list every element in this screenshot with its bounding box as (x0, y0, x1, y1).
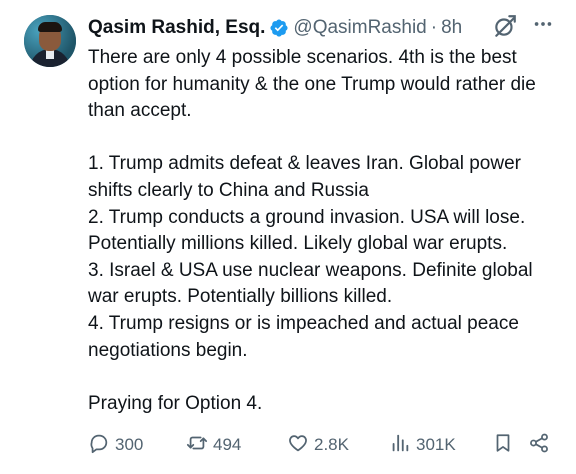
tweet-text: There are only 4 possible scenarios. 4th… (88, 45, 558, 417)
author-name[interactable]: Qasim Rashid, Esq. (88, 17, 265, 39)
tweet-line: 1. Trump admits defeat & leaves Iran. Gl… (88, 153, 521, 201)
reply-icon (88, 432, 110, 459)
more-icon[interactable] (532, 13, 554, 39)
grok-icon[interactable] (492, 13, 518, 39)
tweet[interactable]: Qasim Rashid, Esq. @QasimRashid · 8h The… (0, 0, 576, 474)
tweet-line: 3. Israel & USA use nuclear weapons. Def… (88, 259, 533, 308)
like-count: 2.8K (314, 435, 349, 454)
share-icon (528, 432, 550, 459)
views-button[interactable]: 301K (389, 432, 456, 459)
tweet-line: Praying for Option 4. (88, 392, 263, 414)
bookmark-icon (492, 432, 514, 459)
like-button[interactable]: 2.8K (287, 432, 349, 459)
verified-badge-icon (269, 18, 289, 38)
tweet-time[interactable]: 8h (441, 17, 462, 39)
tweet-line: There are only 4 possible scenarios. 4th… (88, 47, 536, 122)
bookmark-button[interactable] (492, 432, 514, 459)
tweet-line: 2. Trump conducts a ground invasion. USA… (88, 206, 526, 255)
tweet-line: 4. Trump resigns or is impeached and act… (88, 312, 519, 361)
views-count: 301K (416, 435, 456, 454)
views-icon (389, 432, 411, 459)
repost-button[interactable]: 494 (186, 432, 241, 459)
tweet-header: Qasim Rashid, Esq. @QasimRashid · 8h (88, 16, 462, 40)
repost-count: 494 (213, 435, 242, 454)
repost-icon (186, 432, 208, 459)
reply-button[interactable]: 300 (88, 432, 143, 459)
separator-dot: · (430, 17, 438, 38)
share-button[interactable] (528, 432, 550, 459)
action-bar: 300 494 2.8K 301K (88, 430, 558, 460)
like-icon (287, 432, 309, 459)
avatar[interactable] (24, 15, 76, 67)
reply-count: 300 (115, 435, 144, 454)
author-handle[interactable]: @QasimRashid (293, 17, 426, 39)
